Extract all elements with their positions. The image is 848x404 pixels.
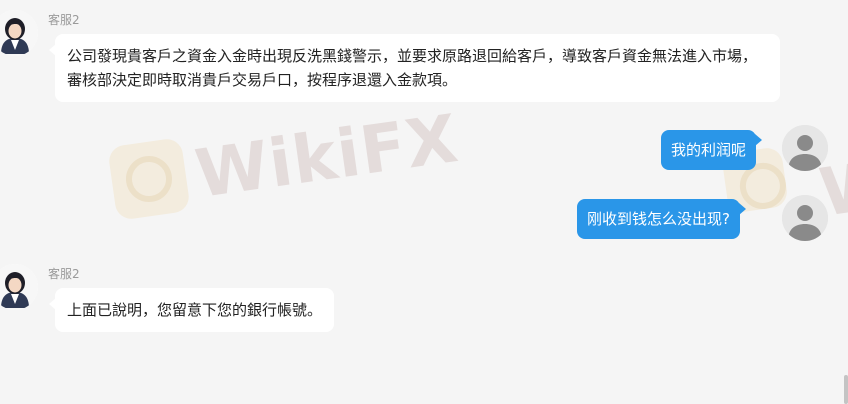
message-bubble-outgoing: 我的利润呢 [661,130,763,170]
wikifx-logo-icon [107,137,191,221]
user-avatar-icon[interactable] [782,195,828,241]
user-avatar-icon[interactable] [782,125,828,171]
sender-name: 客服2 [48,267,80,281]
agent-avatar-icon[interactable] [0,264,38,310]
agent-avatar-icon[interactable] [0,10,38,56]
scrollbar-thumb[interactable] [844,375,848,404]
sender-name: 客服2 [48,13,80,27]
message-bubble-outgoing: 刚收到钱怎么没出现? [577,199,746,239]
watermark-text: WikiFX [190,100,463,213]
message-bubble-incoming: 上面已說明，您留意下您的銀行帳號。 [48,288,335,332]
chat-window: WikiFX W 客服2 公司發現貴客戶之資金入金時出現反洗黑錢警示，並要求原路… [0,0,848,404]
message-bubble-incoming: 公司發現貴客戶之資金入金時出現反洗黑錢警示，並要求原路退回給客戶，導致客戶資金無… [49,34,780,102]
